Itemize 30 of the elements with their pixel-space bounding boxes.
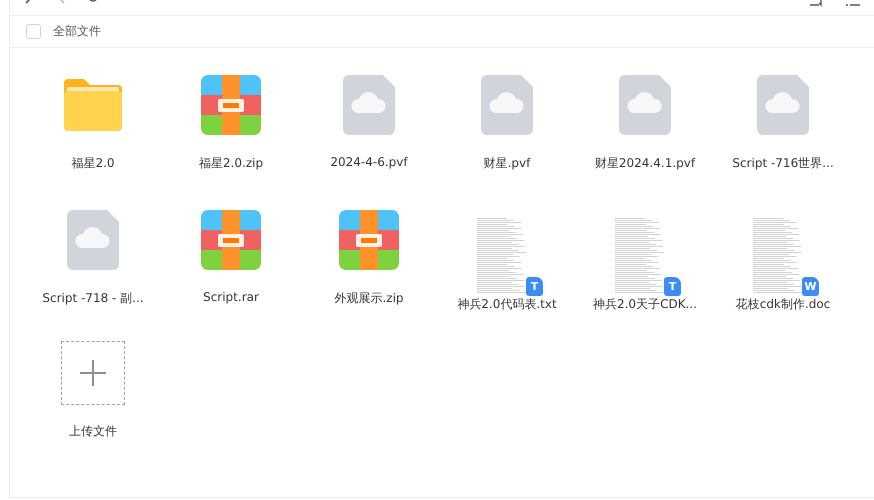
plus-icon [80,360,106,386]
file-name[interactable]: 神兵2.0代码表.txt [457,296,557,313]
file-name[interactable]: 外观展示.zip [334,290,404,307]
cloud-file-icon [481,75,533,135]
all-files-label: 全部文件 [53,23,101,40]
file-name[interactable]: 福星2.0.zip [198,155,264,172]
select-all-checkbox[interactable] [26,24,41,39]
file-name[interactable]: 上传文件 [69,423,117,440]
cloud-file-icon [757,75,809,135]
file-name[interactable]: 财星2024.4.1.pvf [594,155,696,172]
file-name[interactable]: 福星2.0 [71,155,115,172]
archive-icon [201,210,261,270]
file-name[interactable]: Script -718 - 副... [42,290,144,307]
file-type-badge: T [664,277,681,296]
file-name[interactable]: 神兵2.0天子CDK... [592,296,697,313]
file-name[interactable]: 财星.pvf [484,155,530,172]
cloud-file-icon [67,210,119,270]
cloud-file-icon [343,75,395,135]
archive-icon [339,210,399,270]
upload-button[interactable] [61,341,125,405]
cloud-file-icon [619,75,671,135]
file-name[interactable]: 花枝cdk制作.doc [736,296,830,313]
file-name[interactable]: Script.rar [203,290,259,304]
file-type-badge: W [802,277,819,296]
file-name[interactable]: Script -716世界... [732,155,834,172]
file-name[interactable]: 2024-4-6.pvf [330,155,408,169]
archive-icon [201,75,261,135]
file-type-badge: T [526,277,543,296]
folder-icon [62,77,124,133]
sort-icon[interactable] [810,0,824,7]
